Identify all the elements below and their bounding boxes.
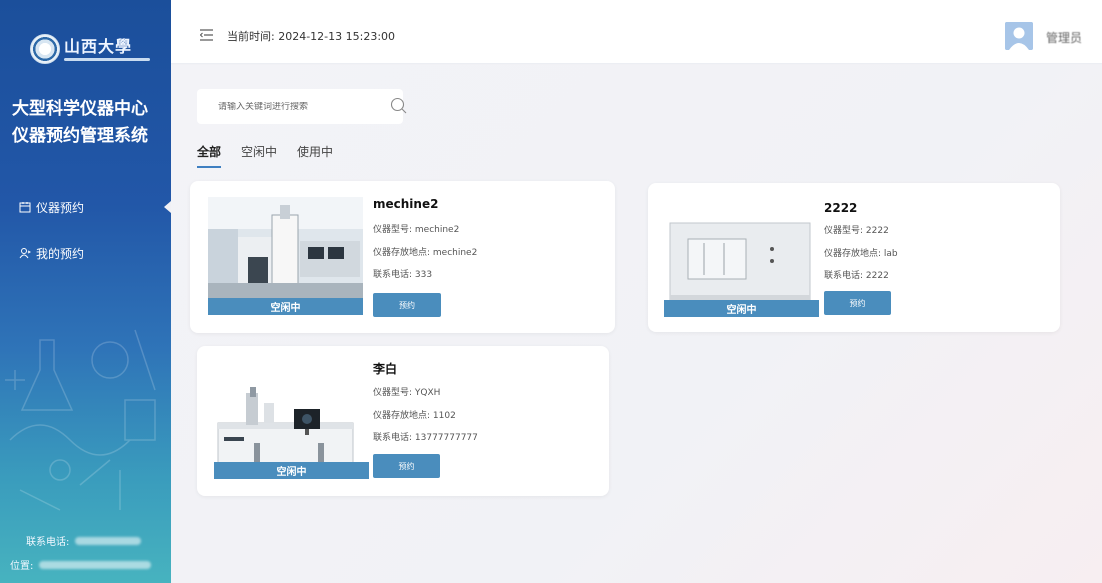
instrument-photo: 空闲中 <box>208 197 363 315</box>
instrument-card: 空闲中 李白 仪器型号: YQXH 仪器存放地点: 1102 联系电话: 137… <box>197 346 609 496</box>
sidebar: 山西大學 大型科学仪器中心 仪器预约管理系统 仪器预约 我的预约 联系电话: 位… <box>0 0 171 583</box>
calendar-icon <box>19 202 31 213</box>
nav-item-instrument-booking[interactable]: 仪器预约 <box>0 192 171 222</box>
footer-contact: 联系电话: <box>26 533 142 548</box>
status-badge: 空闲中 <box>214 462 369 479</box>
current-time: 当前时间: 2024-12-13 15:23:00 <box>227 30 396 43</box>
instrument-card: 空闲中 mechine2 仪器型号: mechine2 仪器存放地点: mech… <box>190 181 615 333</box>
nav-label-my-bookings: 我的预约 <box>36 246 85 261</box>
book-button[interactable]: 预约 <box>373 293 441 317</box>
tab-idle[interactable]: 空闲中 <box>241 143 277 168</box>
top-header: 当前时间: 2024-12-13 15:23:00 管理员 <box>171 0 1102 64</box>
tab-all[interactable]: 全部 <box>197 143 222 168</box>
contact-label: 联系电话: <box>26 537 70 548</box>
nav-label-instrument-booking: 仪器预约 <box>36 200 85 215</box>
instrument-info: 仪器型号: YQXH 仪器存放地点: 1102 联系电话: 1377777777… <box>373 382 478 450</box>
username[interactable]: 管理员 <box>1046 29 1082 46</box>
instrument-model: 仪器型号: YQXH <box>373 388 441 398</box>
instrument-info: 仪器型号: mechine2 仪器存放地点: mechine2 联系电话: 33… <box>373 219 477 287</box>
contact-value-redacted <box>75 536 142 545</box>
instrument-photo: 空闲中 <box>664 199 819 317</box>
nav-item-my-bookings[interactable]: 我的预约 <box>0 238 171 268</box>
university-name: 山西大學 <box>64 36 133 56</box>
university-name-en-decoration <box>64 57 150 61</box>
instrument-location: 仪器存放地点: 1102 <box>373 410 456 421</box>
book-button[interactable]: 预约 <box>373 454 440 478</box>
tab-in-use[interactable]: 使用中 <box>297 143 333 168</box>
instrument-name: 2222 <box>824 201 858 215</box>
instrument-name: mechine2 <box>373 197 439 211</box>
instrument-model: 仪器型号: 2222 <box>824 226 889 236</box>
main-content: 全部 空闲中 使用中 空闲中 mechine2 仪器型号: mechine2 <box>171 65 1102 583</box>
status-tabs: 全部 空闲中 使用中 <box>197 143 353 168</box>
system-title: 大型科学仪器中心 仪器预约管理系统 <box>12 96 168 150</box>
instrument-photo: 空闲中 <box>214 363 369 479</box>
instrument-info: 仪器型号: 2222 仪器存放地点: lab 联系电话: 2222 <box>824 220 898 288</box>
location-label: 位置: <box>10 561 34 572</box>
instrument-phone: 联系电话: 13777777777 <box>373 433 478 443</box>
instrument-location: 仪器存放地点: mechine2 <box>373 247 478 258</box>
search-input[interactable] <box>218 101 368 112</box>
system-title-line2: 仪器预约管理系统 <box>12 126 148 146</box>
instrument-model: 仪器型号: mechine2 <box>373 225 460 235</box>
system-title-line1: 大型科学仪器中心 <box>12 99 148 119</box>
footer-location: 位置: <box>10 557 152 572</box>
status-badge: 空闲中 <box>208 298 363 315</box>
university-seal-icon <box>30 34 60 64</box>
search-box <box>197 89 407 124</box>
avatar[interactable] <box>1005 22 1033 50</box>
instrument-phone: 联系电话: 2222 <box>824 271 889 281</box>
lab-doodle-decoration <box>5 329 156 511</box>
instrument-location: 仪器存放地点: lab <box>824 248 898 259</box>
book-button[interactable]: 预约 <box>824 291 891 315</box>
avatar-user-icon <box>1005 22 1033 50</box>
instrument-name: 李白 <box>373 362 398 376</box>
instrument-phone: 联系电话: 333 <box>373 270 433 280</box>
search-icon[interactable] <box>390 97 408 115</box>
status-badge: 空闲中 <box>664 300 819 317</box>
university-logo: 山西大學 <box>30 34 150 64</box>
location-value-redacted <box>39 560 152 569</box>
user-icon <box>19 248 31 259</box>
menu-fold-icon[interactable] <box>200 29 213 41</box>
instrument-card: 空闲中 2222 仪器型号: 2222 仪器存放地点: lab 联系电话: 22… <box>648 183 1060 332</box>
